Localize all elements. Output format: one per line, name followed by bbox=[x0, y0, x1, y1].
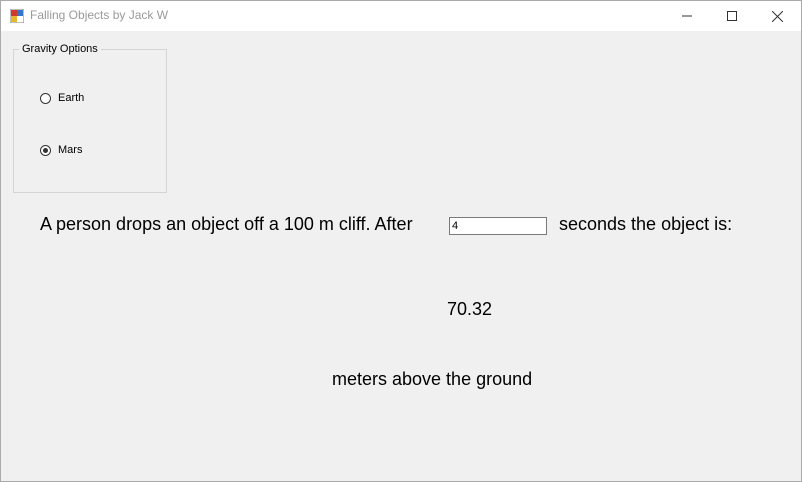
radio-earth[interactable]: Earth bbox=[40, 92, 84, 104]
app-window: Falling Objects by Jack W Gravity Option… bbox=[0, 0, 802, 482]
seconds-input[interactable] bbox=[449, 217, 547, 235]
radio-circle-earth[interactable] bbox=[40, 92, 51, 104]
window-title: Falling Objects by Jack W bbox=[30, 8, 169, 22]
minimize-button[interactable] bbox=[664, 1, 710, 31]
maximize-icon bbox=[727, 11, 737, 21]
minimize-icon bbox=[682, 15, 692, 17]
radio-mars-label: Mars bbox=[58, 144, 83, 156]
close-button[interactable] bbox=[754, 1, 800, 31]
result-value: 70.32 bbox=[447, 299, 493, 319]
close-icon bbox=[771, 10, 783, 22]
title-bar[interactable]: Falling Objects by Jack W bbox=[1, 1, 801, 31]
radio-circle-mars[interactable] bbox=[40, 144, 51, 156]
app-icon bbox=[10, 9, 24, 23]
client-area: Gravity Options Earth Mars A person drop… bbox=[1, 31, 801, 481]
radio-mars[interactable]: Mars bbox=[40, 144, 82, 156]
maximize-button[interactable] bbox=[709, 1, 755, 31]
radio-earth-label: Earth bbox=[58, 92, 85, 104]
gravity-options-group: Gravity Options Earth Mars bbox=[13, 43, 167, 193]
question-suffix-label: seconds the object is: bbox=[559, 214, 733, 234]
radio-selected-dot bbox=[43, 147, 48, 153]
gravity-options-legend: Gravity Options bbox=[19, 43, 101, 55]
question-prefix-label: A person drops an object off a 100 m cli… bbox=[40, 214, 413, 234]
result-unit-label: meters above the ground bbox=[332, 369, 533, 389]
